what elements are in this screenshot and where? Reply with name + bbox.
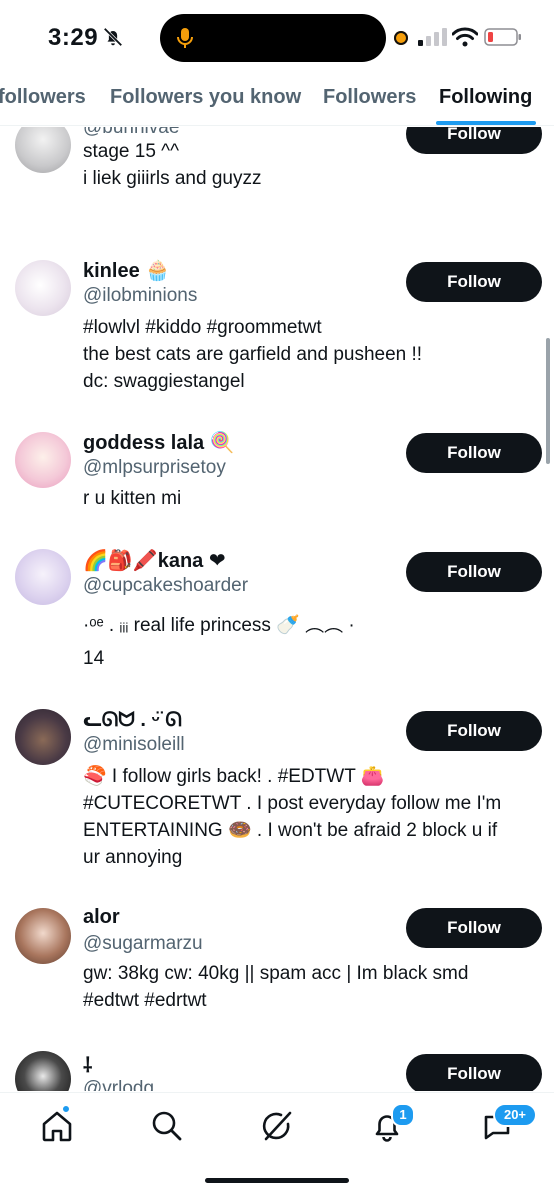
user-handle[interactable]: @ilobminions [83, 285, 197, 307]
user-name[interactable]: alor [83, 906, 120, 929]
list-item[interactable]: goddess lala 🍭 @mlpsurprisetoy r u kitte… [0, 425, 554, 535]
status-bar: 3:29 [0, 0, 554, 76]
user-name[interactable]: ⸸ [83, 1051, 92, 1078]
user-handle[interactable]: @vrlodg [83, 1078, 154, 1091]
user-handle[interactable]: @minisoleill [83, 734, 185, 756]
list-item[interactable]: 🌈🎒🖍️kana ❤ @cupcakeshoarder ·ᵒᵉ . ᵢᵢᵢ re… [0, 545, 554, 695]
avatar[interactable] [15, 1051, 71, 1091]
follow-button[interactable]: Follow [406, 1054, 542, 1091]
user-bio: gw: 38kg cw: 40kg || spam acc | Im black… [83, 963, 469, 1011]
recording-dot-icon [394, 31, 408, 45]
tab-following[interactable]: Following [439, 86, 532, 109]
follow-button[interactable]: Follow [406, 127, 542, 154]
home-new-dot [61, 1104, 71, 1114]
list-item[interactable]: bunni @bunnivae stage 15 ^^ i liek giiir… [0, 127, 554, 237]
status-time: 3:29 [48, 24, 99, 51]
follow-button[interactable]: Follow [406, 262, 542, 302]
mic-icon [177, 28, 193, 48]
avatar[interactable] [15, 549, 71, 605]
grok-icon[interactable] [260, 1109, 294, 1143]
user-name[interactable]: ᓚᘏᗢ . ᵕ̈ ᘏ [83, 707, 182, 732]
user-name[interactable]: goddess lala 🍭 [83, 430, 235, 455]
home-icon[interactable] [40, 1109, 74, 1143]
list-item[interactable]: ᓚᘏᗢ . ᵕ̈ ᘏ @minisoleill 🍣 I follow girls… [0, 705, 554, 885]
battery-low-icon [484, 28, 521, 46]
home-indicator [205, 1178, 349, 1183]
follow-button[interactable]: Follow [406, 433, 542, 473]
user-name[interactable]: kinlee 🧁 [83, 258, 170, 283]
follow-button[interactable]: Follow [406, 908, 542, 948]
list-item[interactable]: ⸸ @vrlodg Follow [0, 1049, 554, 1091]
following-list: bunni @bunnivae stage 15 ^^ i liek giiir… [0, 127, 554, 1091]
list-item[interactable]: kinlee 🧁 @ilobminions #lowlvl #kiddo #gr… [0, 252, 554, 417]
avatar[interactable] [15, 260, 71, 316]
tab-followers[interactable]: Followers [323, 86, 416, 109]
avatar[interactable] [15, 432, 71, 488]
mute-bell-icon [103, 27, 123, 47]
bottom-nav: 1 20+ [0, 1092, 554, 1200]
tab-followers-you-know[interactable]: Followers you know [110, 86, 301, 109]
messages-badge: 20+ [493, 1103, 537, 1127]
tab-bar: followers Followers you know Followers F… [0, 76, 554, 126]
user-handle[interactable]: @mlpsurprisetoy [83, 457, 226, 479]
scrollbar[interactable] [546, 338, 550, 464]
user-bio: ·ᵒᵉ . ᵢᵢᵢ real life princess 🍼 ︵︵ · 14 [83, 615, 355, 669]
wifi-icon [452, 27, 478, 47]
tab-verified-followers[interactable]: followers [0, 86, 86, 109]
user-bio: 🍣 I follow girls back! . #EDTWT 👛 #CUTEC… [83, 766, 502, 868]
user-handle[interactable]: @sugarmarzu [83, 933, 203, 955]
user-name[interactable]: 🌈🎒🖍️kana ❤ [83, 548, 226, 573]
user-handle[interactable]: @cupcakeshoarder [83, 575, 248, 597]
search-icon[interactable] [150, 1109, 184, 1143]
list-item[interactable]: alor @sugarmarzu gw: 38kg cw: 40kg || sp… [0, 903, 554, 1033]
avatar[interactable] [15, 709, 71, 765]
active-tab-indicator [436, 121, 536, 125]
notifications-badge: 1 [391, 1103, 415, 1127]
user-bio: r u kitten mi [83, 488, 182, 509]
follow-button[interactable]: Follow [406, 711, 542, 751]
follow-button[interactable]: Follow [406, 552, 542, 592]
cellular-signal-icon [418, 28, 447, 46]
avatar[interactable] [15, 908, 71, 964]
avatar[interactable] [15, 127, 71, 173]
user-bio: #lowlvl #kiddo #groommetwt the best cats… [83, 317, 423, 392]
